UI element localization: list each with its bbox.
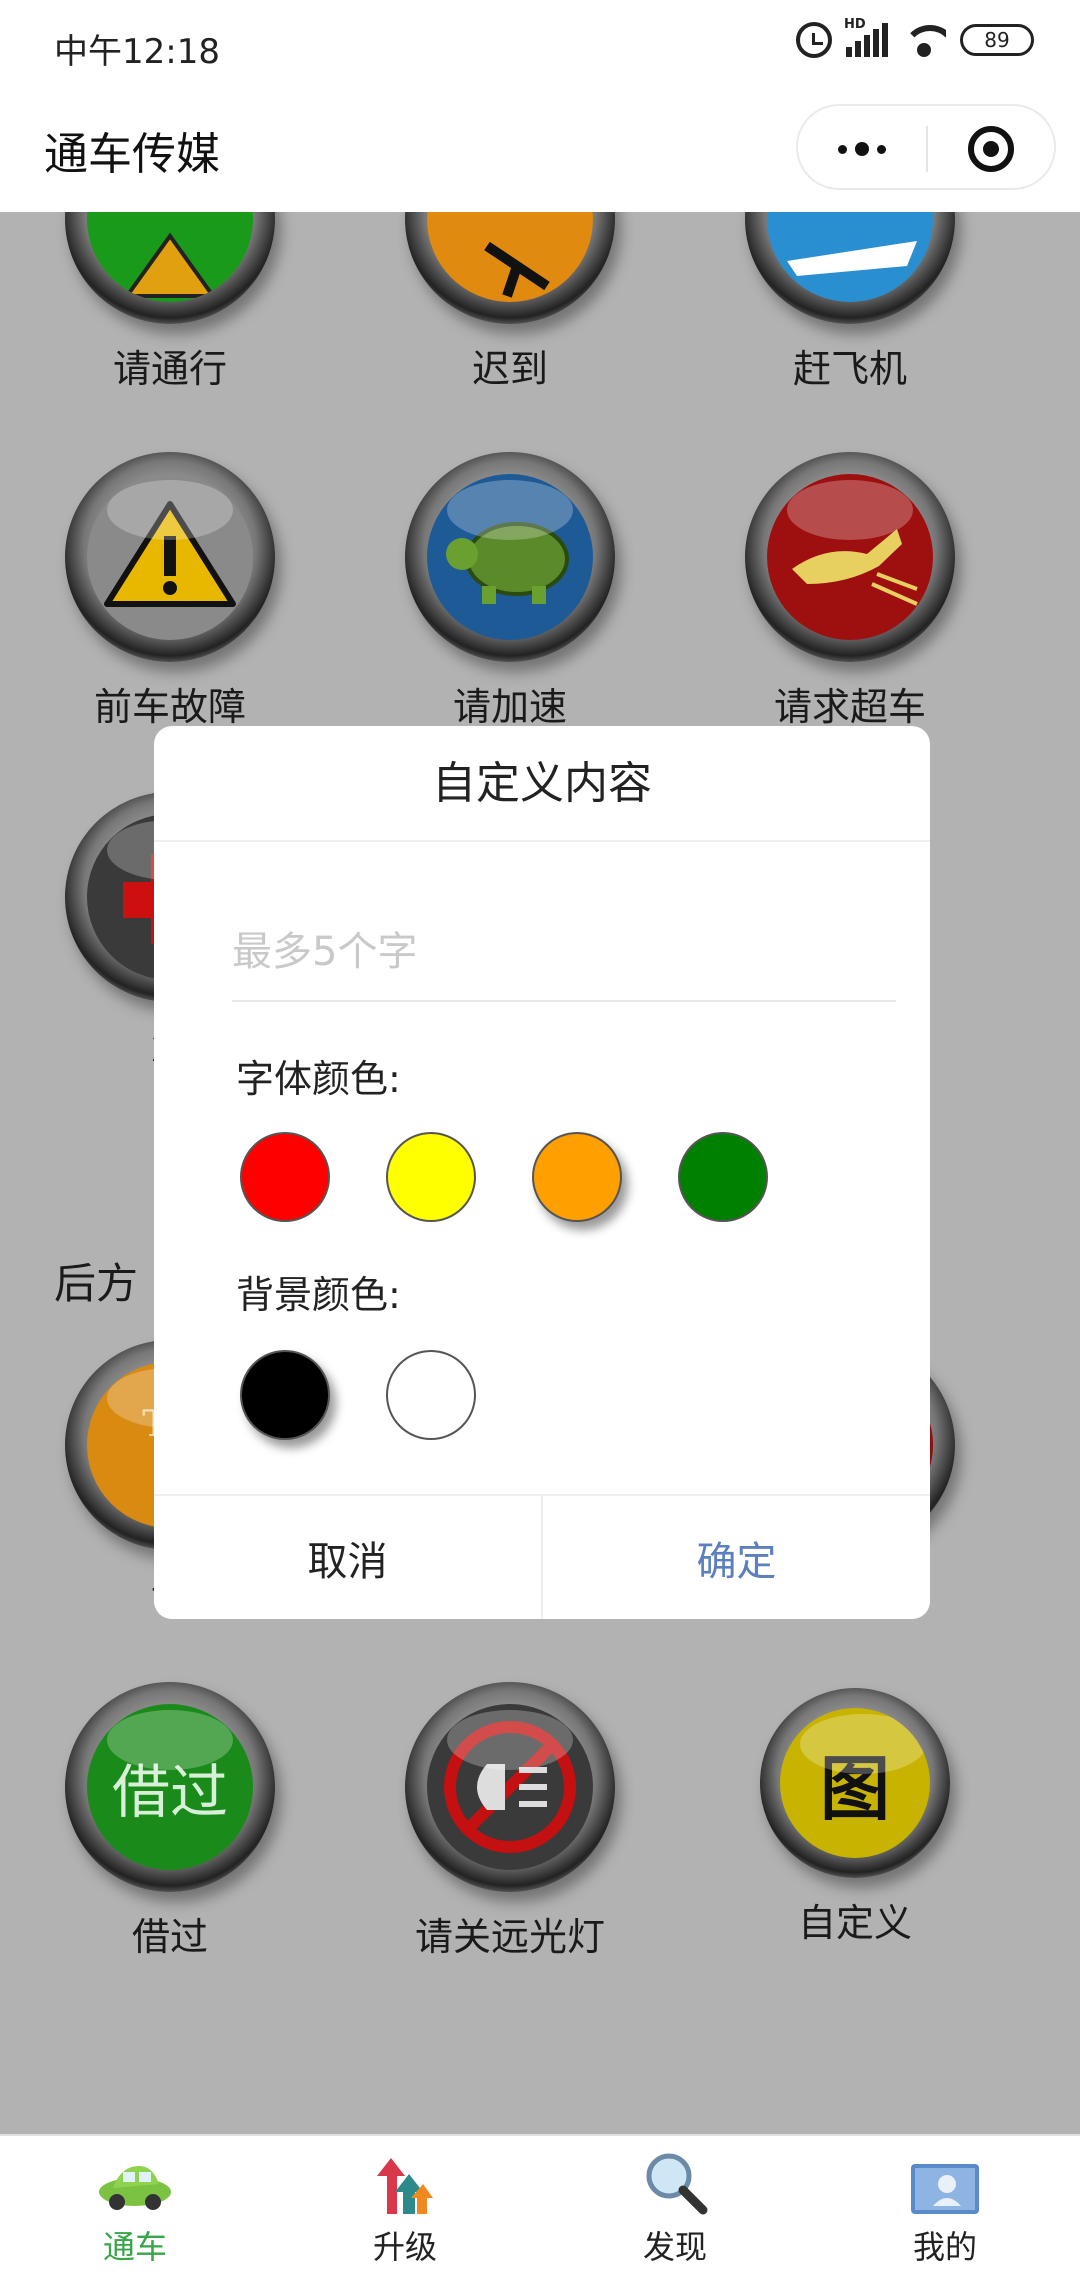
tab-label: 升级	[372, 2228, 437, 2266]
font-color-label: 字体颜色:	[236, 1057, 401, 1101]
font-color-yellow-swatch[interactable]	[386, 1132, 476, 1222]
bg-color-black-swatch[interactable]	[240, 1350, 330, 1440]
button-label: 赶飞机	[792, 347, 907, 391]
confirm-button[interactable]: 确定	[543, 1496, 930, 1619]
section-label-rear: 后方	[54, 1259, 139, 1308]
warning-triangle-icon	[87, 474, 253, 640]
signal-icon: HD	[844, 17, 888, 57]
button-disc	[405, 212, 615, 324]
airplane-icon	[767, 212, 933, 302]
button-label: 请求超车	[773, 685, 926, 729]
page-title: 通车传媒	[44, 129, 220, 180]
tab-label: 我的	[912, 2228, 977, 2266]
pass-sign-icon	[87, 212, 253, 302]
tab-upgrade[interactable]: 升级	[270, 2136, 540, 2280]
cancel-button[interactable]: 取消	[154, 1496, 543, 1619]
button-disc: 图	[760, 1688, 950, 1878]
font-color-red-swatch[interactable]	[240, 1132, 330, 1222]
grid-button-late[interactable]: 迟到	[390, 212, 630, 393]
grid-button-overtake[interactable]: 请求超车	[730, 452, 970, 731]
button-disc	[405, 452, 615, 662]
font-color-options	[240, 1132, 768, 1222]
excuse-me-face-text: 借过	[111, 1758, 228, 1826]
hd-badge: HD	[844, 17, 866, 32]
font-color-green-swatch[interactable]	[678, 1132, 768, 1222]
grid-button-breakdown[interactable]: 前车故障	[50, 452, 290, 731]
button-disc	[65, 212, 275, 324]
upgrade-arrows-icon	[365, 2148, 445, 2218]
cheetah-icon	[767, 474, 933, 640]
tab-label: 通车	[102, 2228, 167, 2266]
car-icon	[95, 2148, 175, 2218]
grid-button-pass[interactable]: 请通行	[50, 212, 290, 393]
tab-discover[interactable]: 发现	[540, 2136, 810, 2280]
status-time: 中午12:18	[54, 32, 220, 72]
dialog-footer: 取消 确定	[154, 1494, 930, 1619]
status-bar: 中午12:18 HD 89	[0, 0, 1080, 92]
button-label: 请加速	[452, 685, 567, 729]
button-label: 请关远光灯	[414, 1915, 605, 1959]
tab-mine[interactable]: 我的	[810, 2136, 1080, 2280]
button-disc	[745, 212, 955, 324]
font-color-orange-swatch[interactable]	[532, 1132, 622, 1222]
profile-card-icon	[905, 2148, 985, 2218]
button-label: 请通行	[112, 347, 227, 391]
close-target-icon[interactable]	[968, 126, 1014, 172]
grid-button-flight[interactable]: 赶飞机	[730, 212, 970, 393]
bg-color-white-swatch[interactable]	[386, 1350, 476, 1440]
wifi-icon	[902, 23, 946, 57]
grid-button-custom[interactable]: 图 自定义	[735, 1688, 975, 1947]
turtle-icon	[427, 474, 593, 640]
battery-icon: 89	[960, 24, 1034, 56]
tab-tongche[interactable]: 通车	[0, 2136, 270, 2280]
capsule-divider	[926, 126, 928, 172]
bg-color-label: 背景颜色:	[236, 1273, 401, 1317]
dialog-title: 自定义内容	[154, 726, 930, 842]
alarm-icon	[796, 22, 832, 58]
button-disc	[405, 1682, 615, 1892]
button-label: 迟到	[471, 347, 548, 391]
custom-text-input[interactable]	[232, 904, 896, 1002]
grid-button-high-beam[interactable]: 请关远光灯	[390, 1682, 630, 1961]
button-label: 自定义	[797, 1901, 912, 1945]
mini-program-capsule	[796, 104, 1056, 190]
button-label: 前车故障	[93, 685, 246, 729]
button-disc	[65, 452, 275, 662]
custom-content-dialog: 自定义内容 字体颜色: 背景颜色: 取消 确定	[154, 726, 930, 1619]
bottom-tab-bar: 通车 升级 发现 我的	[0, 2134, 1080, 2280]
magnifier-icon	[635, 2148, 715, 2218]
custom-image-icon: 图	[780, 1708, 930, 1858]
grid-button-excuse-me[interactable]: 借过 借过	[50, 1682, 290, 1961]
running-man-icon	[427, 212, 593, 302]
button-disc	[745, 452, 955, 662]
button-disc: 借过	[65, 1682, 275, 1892]
title-bar: 通车传媒	[0, 92, 1080, 212]
no-high-beam-icon	[427, 1704, 593, 1870]
button-label: 借过	[131, 1915, 208, 1959]
grid-button-speedup[interactable]: 请加速	[390, 452, 630, 731]
custom-face-text: 图	[820, 1746, 890, 1830]
excuse-me-icon: 借过	[87, 1704, 253, 1870]
status-icons: HD 89	[796, 17, 1034, 58]
bg-color-options	[240, 1350, 476, 1440]
tab-label: 发现	[642, 2228, 707, 2266]
more-icon[interactable]	[828, 106, 896, 192]
